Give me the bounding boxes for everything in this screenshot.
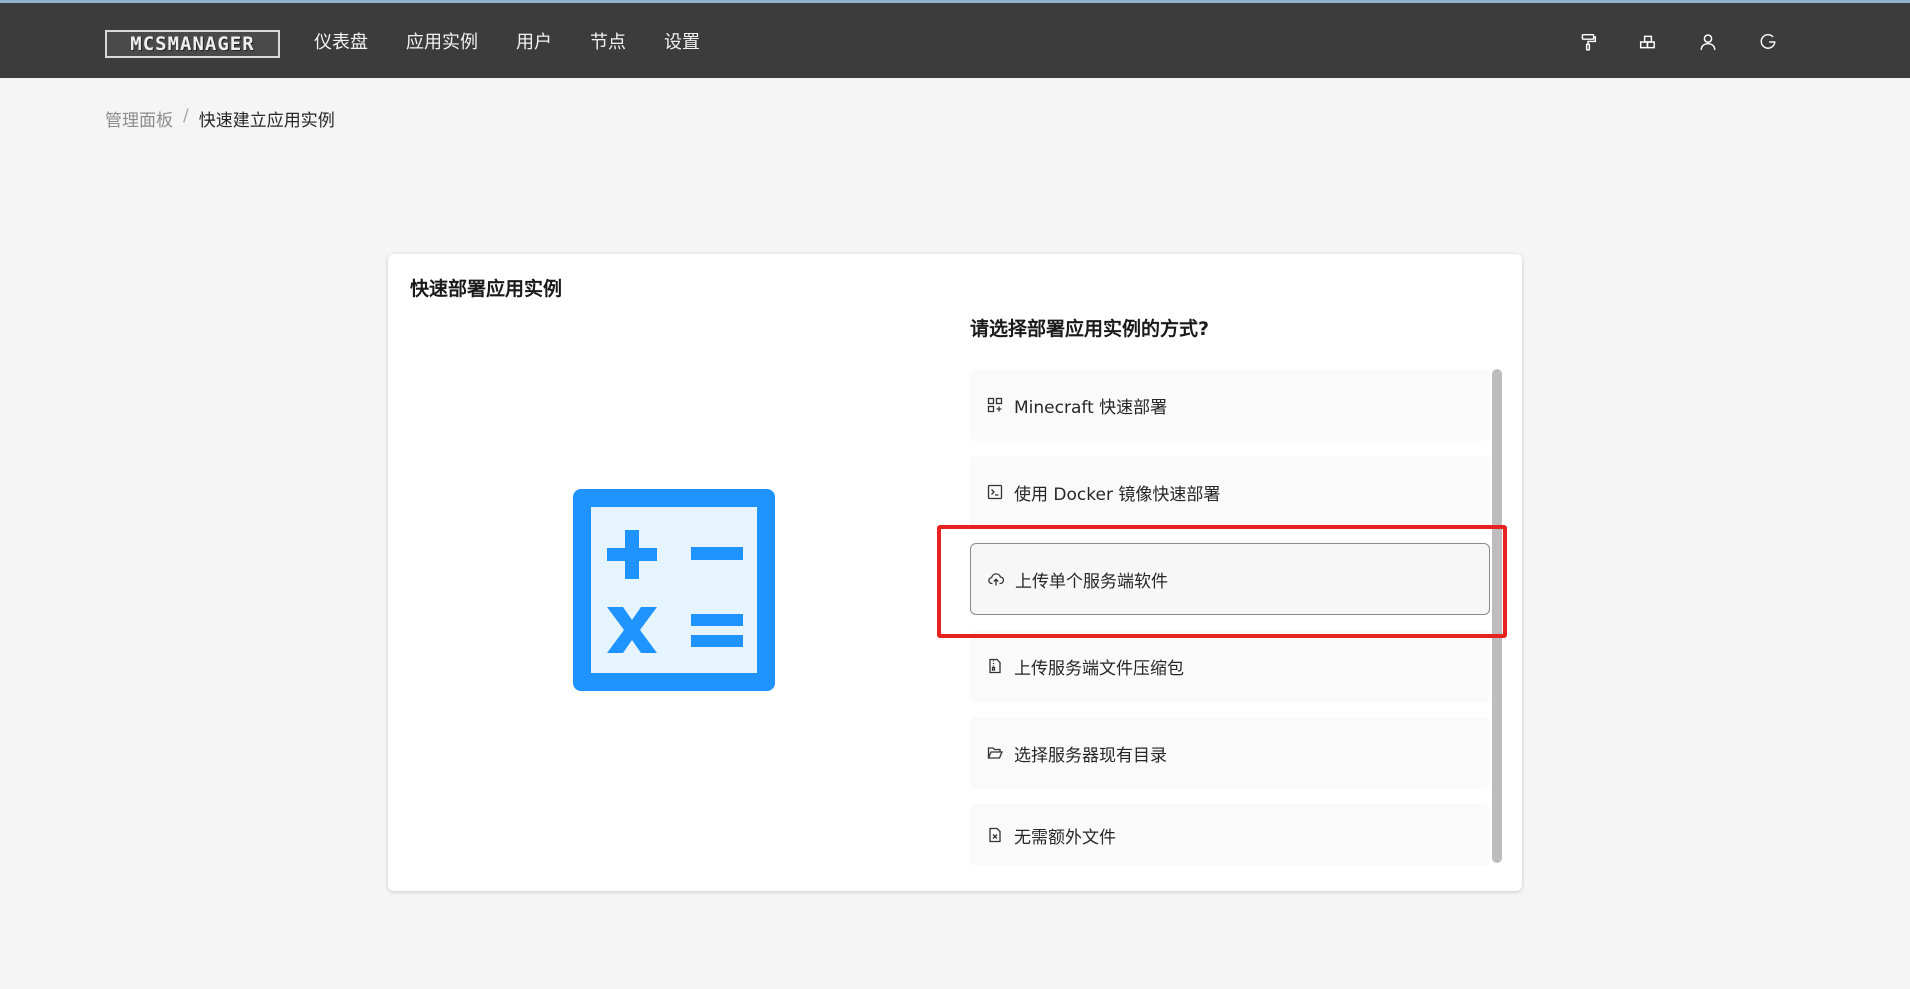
- nav-item-dashboard[interactable]: 仪表盘: [314, 28, 368, 54]
- breadcrumb: 管理面板 / 快速建立应用实例: [105, 106, 335, 131]
- nav-item-settings[interactable]: 设置: [664, 28, 700, 54]
- option-label: 上传服务端文件压缩包: [1014, 658, 1184, 679]
- option-docker-image-deploy[interactable]: 使用 Docker 镜像快速部署: [970, 456, 1490, 528]
- options-scrollbar[interactable]: [1492, 369, 1502, 863]
- file-zip-icon: [986, 657, 1004, 675]
- app-grid-icon: [986, 396, 1004, 414]
- option-upload-server-archive[interactable]: 上传服务端文件压缩包: [970, 630, 1490, 702]
- breadcrumb-home[interactable]: 管理面板: [105, 106, 173, 131]
- folder-open-icon: [986, 744, 1004, 762]
- file-x-icon: [986, 826, 1004, 844]
- user-icon[interactable]: [1695, 29, 1721, 55]
- option-label: 无需额外文件: [1014, 827, 1116, 848]
- navbar-actions: [1575, 29, 1815, 55]
- main-nav: 仪表盘 应用实例 用户 节点 设置: [314, 3, 738, 78]
- nav-item-instances[interactable]: 应用实例: [406, 28, 478, 54]
- option-minecraft-quick-deploy[interactable]: Minecraft 快速部署: [970, 369, 1490, 441]
- blocks-icon[interactable]: [1635, 29, 1661, 55]
- deploy-method-question: 请选择部署应用实例的方式?: [970, 318, 1210, 340]
- terminal-icon: [986, 483, 1004, 501]
- option-label: 上传单个服务端软件: [1015, 571, 1168, 592]
- paint-roller-icon[interactable]: [1575, 29, 1601, 55]
- breadcrumb-separator: /: [183, 106, 189, 126]
- mcsmanager-logo[interactable]: MCSMANAGER: [105, 30, 280, 58]
- cloud-upload-icon: [987, 570, 1005, 588]
- nav-item-nodes[interactable]: 节点: [590, 28, 626, 54]
- top-navbar: MCSMANAGER 仪表盘 应用实例 用户 节点 设置: [0, 3, 1910, 78]
- calculator-icon: [573, 489, 775, 691]
- option-no-extra-files[interactable]: 无需额外文件: [970, 804, 1490, 866]
- quick-deploy-card: 快速部署应用实例 请选择部署应用实例的方式? Minecraft 快速部署 使用…: [388, 254, 1522, 891]
- option-upload-single-server[interactable]: 上传单个服务端软件: [970, 543, 1490, 615]
- option-label: 使用 Docker 镜像快速部署: [1014, 484, 1221, 505]
- option-select-existing-directory[interactable]: 选择服务器现有目录: [970, 717, 1490, 789]
- card-title: 快速部署应用实例: [410, 278, 563, 300]
- logout-icon[interactable]: [1755, 29, 1781, 55]
- nav-item-users[interactable]: 用户: [516, 28, 552, 54]
- breadcrumb-current: 快速建立应用实例: [198, 111, 335, 131]
- option-label: 选择服务器现有目录: [1014, 745, 1167, 766]
- option-label: Minecraft 快速部署: [1014, 397, 1168, 418]
